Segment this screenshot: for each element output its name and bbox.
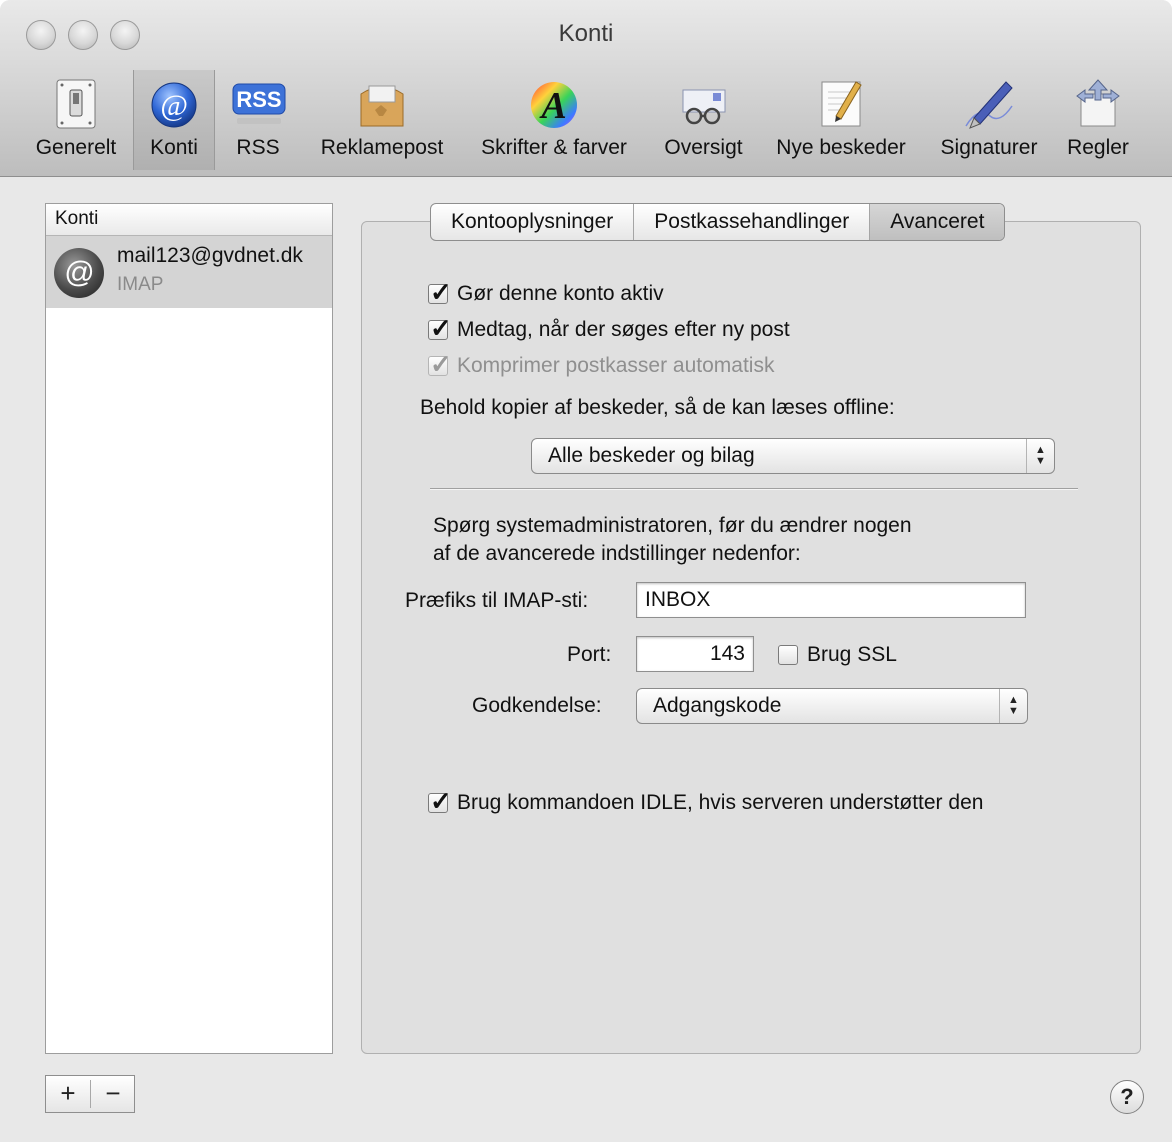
updown-arrows-icon: ▲ ▼ [1026,439,1054,473]
junk-mail-bag-icon [360,85,404,127]
toolbar-item-nye-beskeder[interactable]: Nye beskeder [763,70,919,170]
toolbar-item-konti[interactable]: @ Konti [133,70,215,170]
switch-icon [56,79,96,129]
add-account-button[interactable]: + [46,1076,90,1112]
preferences-window: Konti Generelt @ Konti RSS RSS Reklamepo… [0,0,1172,1142]
admin-note-line1: Spørg systemadministratoren, før du ændr… [433,514,912,537]
at-sign-icon: @ [151,82,197,128]
pencil-paper-icon [821,81,862,127]
toolbar-item-label: Oversigt [664,136,743,159]
checkmark-icon: ✓ [430,786,452,816]
toolbar-item-generelt[interactable]: Generelt [26,70,126,170]
checkbox-box[interactable] [778,645,798,665]
use-ssl-checkbox[interactable]: Brug SSL [778,643,897,667]
toolbar-item-label: Generelt [35,136,117,159]
use-idle-checkbox[interactable]: ✓ Brug kommandoen IDLE, hvis serveren un… [428,786,984,816]
toolbar-item-signaturer[interactable]: Signaturer [928,70,1050,170]
toolbar-item-regler[interactable]: Regler [1056,70,1140,170]
fountain-pen-icon [965,81,1013,129]
tab-bar: Kontooplysninger Postkassehandlinger Ava… [430,203,1006,241]
port-label: Port: [567,643,612,666]
checkbox-box: ✓ [428,349,452,379]
tab-postkassehandlinger[interactable]: Postkassehandlinger [634,204,871,240]
keep-copies-label: Behold kopier af beskeder, så de kan læs… [420,396,895,419]
remove-account-button[interactable]: − [91,1076,135,1112]
keep-copies-popup[interactable]: Alle beskeder og bilag ▲ ▼ [531,438,1055,474]
window-title: Konti [558,20,614,47]
updown-arrows-icon: ▲ ▼ [999,689,1027,723]
account-type: IMAP [117,274,164,295]
accounts-list: Konti @ mail123@gvdnet.dk IMAP [45,203,333,1054]
rss-badge-text: RSS [236,87,281,112]
imap-prefix-label: Præfiks til IMAP-sti: [405,589,589,612]
include-in-check-checkbox[interactable]: ✓ Medtag, når der søges efter ny post [428,313,790,343]
add-remove-control: + − [45,1075,135,1113]
checkbox-label: Brug kommandoen IDLE, hvis serveren unde… [457,791,984,814]
accounts-list-header: Konti [46,204,332,236]
toolbar-item-label: Reklamepost [320,136,444,159]
toolbar-item-label: RSS [236,136,280,159]
svg-text:A: A [539,85,566,127]
tab-avanceret[interactable]: Avanceret [870,204,1005,240]
checkmark-icon: ✓ [430,313,452,343]
account-email: mail123@gvdnet.dk [117,244,303,267]
svg-text:@: @ [160,89,188,122]
checkbox-box[interactable]: ✓ [428,277,452,307]
checkmark-icon: ✓ [430,277,452,307]
checkmark-icon: ✓ [430,349,452,379]
checkbox-box[interactable]: ✓ [428,786,452,816]
toolbar-item-label: Nye beskeder [776,136,906,159]
popup-value: Adgangskode [653,694,782,717]
font-color-icon: A [531,82,577,128]
imap-prefix-field[interactable]: INBOX [636,582,1026,618]
account-row[interactable]: @ mail123@gvdnet.dk IMAP [46,236,332,308]
toolbar-item-rss[interactable]: RSS RSS [218,70,298,170]
checkbox-label: Komprimer postkasser automatisk [457,354,775,377]
toolbar-item-label: Skrifter & farver [481,136,627,159]
glasses-icon [682,89,725,125]
checkbox-label: Medtag, når der søges efter ny post [457,318,790,341]
toolbar: Konti Generelt @ Konti RSS RSS Reklamepo… [0,0,1172,177]
account-at-icon: @ [54,248,104,298]
admin-note-line2: af de avancerede indstillinger nedenfor: [433,542,801,565]
auth-label: Godkendelse: [472,694,602,717]
tab-kontooplysninger[interactable]: Kontooplysninger [431,204,635,240]
enable-account-checkbox[interactable]: ✓ Gør denne konto aktiv [428,277,664,307]
toolbar-item-label: Signaturer [940,136,1038,159]
popup-value: Alle beskeder og bilag [548,444,755,467]
checkbox-label: Gør denne konto aktiv [457,282,664,305]
toolbar-item-label: Regler [1067,136,1129,159]
rules-arrows-icon [1076,79,1120,127]
port-field[interactable]: 143 [636,636,754,672]
separator [430,488,1078,490]
toolbar-item-skrifter-farver[interactable]: A Skrifter & farver [464,70,644,170]
checkbox-label: Brug SSL [807,643,897,666]
auth-popup[interactable]: Adgangskode ▲ ▼ [636,688,1028,724]
help-button[interactable]: ? [1110,1080,1144,1114]
rss-icon: RSS [232,83,286,124]
toolbar-item-label: Konti [150,136,198,159]
checkbox-box[interactable]: ✓ [428,313,452,343]
toolbar-item-reklamepost[interactable]: Reklamepost [306,70,458,170]
compact-mailboxes-checkbox: ✓ Komprimer postkasser automatisk [428,349,775,379]
toolbar-item-oversigt[interactable]: Oversigt [652,70,755,170]
